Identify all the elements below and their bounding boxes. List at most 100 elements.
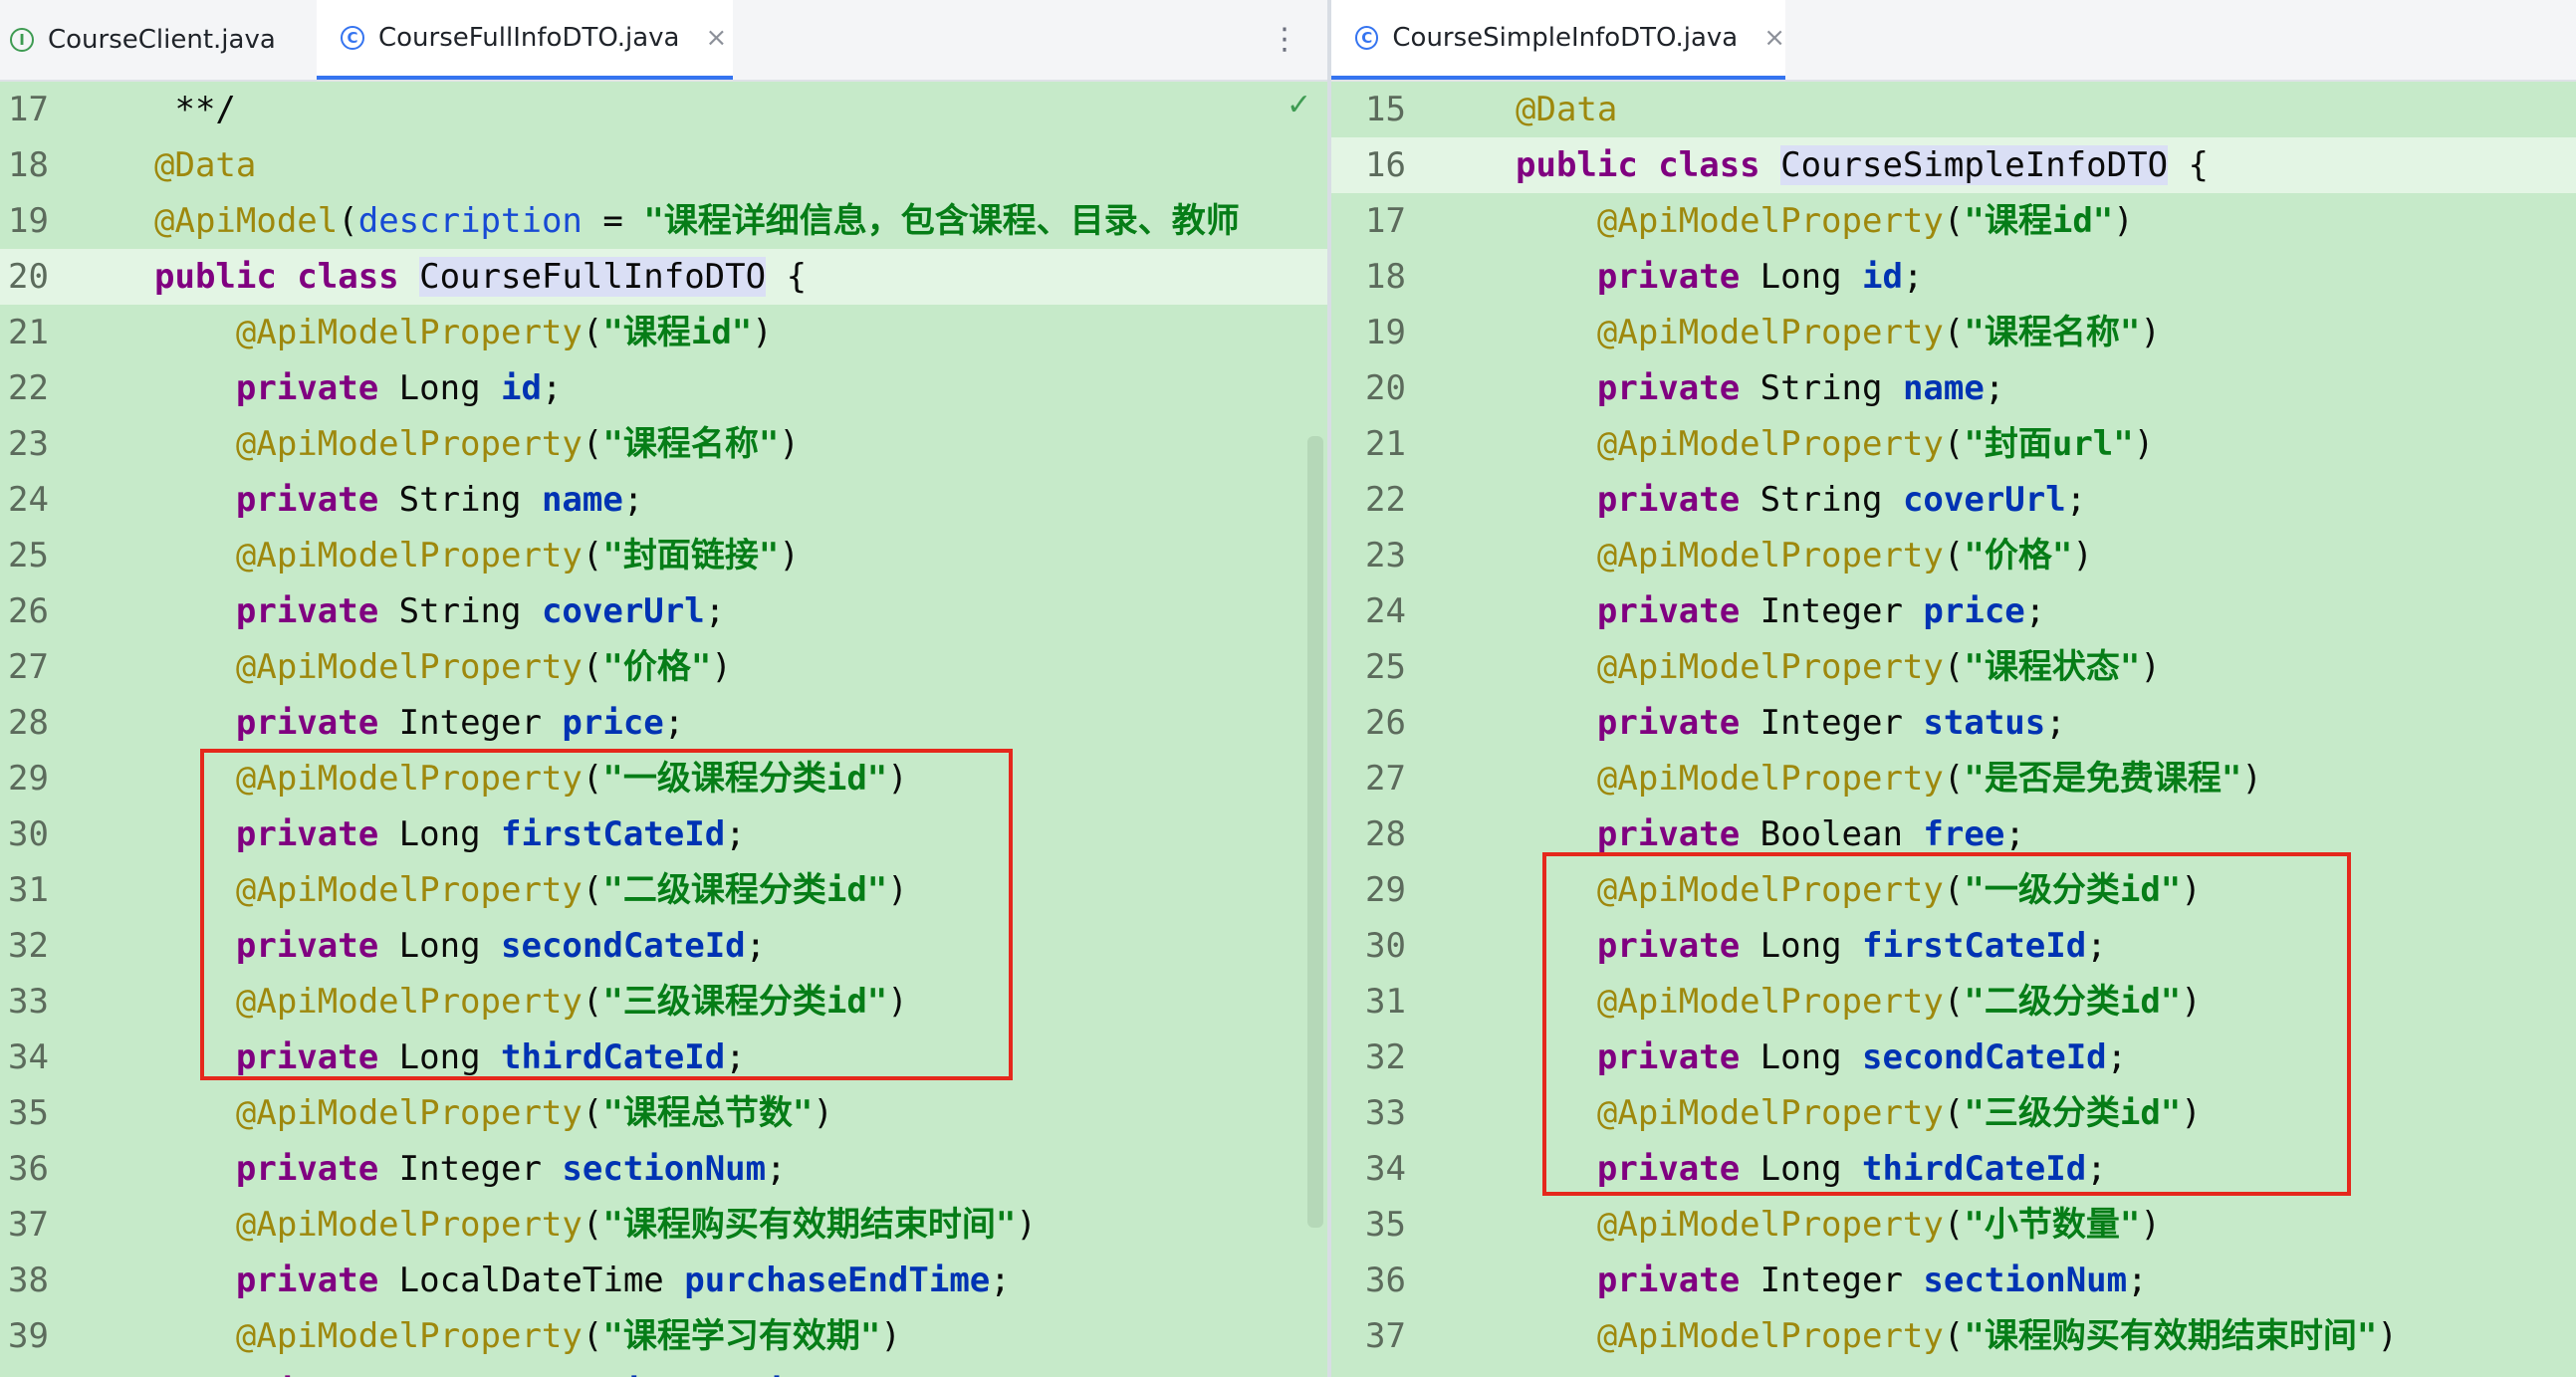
code-token: ) xyxy=(779,536,800,575)
tab-course-client[interactable]: I CourseClient.java xyxy=(0,0,317,80)
code-token: ; xyxy=(2127,1261,2148,1300)
code-line: **/ xyxy=(154,82,1327,137)
code-token: ( xyxy=(582,536,603,575)
code-token: ) xyxy=(2140,647,2161,687)
code-token: @ApiModelProperty xyxy=(235,313,583,352)
code-token: "课程购买有效期结束时间" xyxy=(1964,1316,2378,1356)
line-number: 26 xyxy=(8,591,49,631)
code-token: @ApiModel xyxy=(154,201,339,241)
line-number: 27 xyxy=(1365,759,1406,799)
code-token: name xyxy=(541,480,623,520)
code-token: ) xyxy=(813,1093,833,1133)
code-token: String xyxy=(1740,368,1903,408)
line-number: 29 xyxy=(8,759,49,799)
code-token: private xyxy=(1596,814,1741,854)
code-token: id xyxy=(501,368,542,408)
code-token: ( xyxy=(582,1205,603,1245)
line-number: 36 xyxy=(8,1149,49,1189)
code-line: private Long id; xyxy=(1516,249,2576,305)
code-token: ) xyxy=(2113,201,2134,241)
code-line: private Integer price; xyxy=(1516,583,2576,639)
line-number: 32 xyxy=(8,926,49,966)
line-number: 34 xyxy=(1365,1149,1406,1189)
code-token: ; xyxy=(2065,480,2087,520)
line-number: 29 xyxy=(1365,870,1406,910)
code-token: private xyxy=(1596,703,1741,743)
line-number-gutter: 15 16 17 18 19 20 21 22 23 24 25 26 27 28 29 30 31 32 33 34… xyxy=(1331,82,1516,1377)
code-token: ) xyxy=(779,424,800,464)
close-icon[interactable]: × xyxy=(1763,23,1785,53)
tab-course-full-info-dto[interactable]: C CourseFullInfoDTO.java × xyxy=(317,0,733,80)
code-line: @ApiModelProperty("课程名称") xyxy=(1516,305,2576,360)
line-number: 27 xyxy=(8,647,49,687)
code-line: private Integer validDuration; xyxy=(154,1364,1327,1377)
code-line: public class CourseFullInfoDTO { xyxy=(154,249,1327,305)
code-token: @Data xyxy=(154,145,257,185)
code-line: @ApiModelProperty("课程购买有效期结束时间") xyxy=(154,1197,1327,1253)
code-line: @ApiModelProperty("课程id") xyxy=(1516,193,2576,249)
code-line: @ApiModelProperty("课程学习有效期") xyxy=(154,1308,1327,1364)
code-token: private xyxy=(1596,368,1741,408)
code-line: private String name; xyxy=(1516,360,2576,416)
code-token: private xyxy=(1596,480,1741,520)
code-token: "课程名称" xyxy=(602,424,780,464)
close-icon[interactable]: × xyxy=(706,23,728,53)
line-number: 36 xyxy=(1365,1261,1406,1300)
code-token: ( xyxy=(1943,313,1965,352)
code-token: "课程id" xyxy=(1964,201,2114,241)
class-icon: C xyxy=(341,26,364,50)
line-number: 17 xyxy=(8,90,49,129)
code-token: price xyxy=(562,703,664,743)
tab-label: CourseClient.java xyxy=(48,25,276,55)
line-number: 34 xyxy=(8,1037,49,1077)
code-token: @ApiModelProperty xyxy=(235,424,583,464)
code-token: ( xyxy=(582,424,603,464)
code-line: private LocalDateTime purchaseEndTime; xyxy=(154,1253,1327,1308)
line-number: 38 xyxy=(8,1261,49,1300)
right-editor-pane: C CourseSimpleInfoDTO.java × 15 16 17 18 19 2… xyxy=(1331,0,2576,1377)
code-token: LocalDateTime xyxy=(378,1261,685,1300)
right-tab-bar: C CourseSimpleInfoDTO.java × xyxy=(1331,0,2576,82)
more-options-icon[interactable]: ⋮ xyxy=(1270,22,1299,57)
code-line: @Data xyxy=(1516,82,2576,137)
line-number: 25 xyxy=(1365,647,1406,687)
code-token: private xyxy=(235,480,379,520)
code-token: ; xyxy=(663,703,685,743)
code-token: sectionNum xyxy=(1923,1261,2128,1300)
code-token: sectionNum xyxy=(562,1149,767,1189)
code-line: @ApiModelProperty("小节数量") xyxy=(1516,1197,2576,1253)
code-line: @ApiModelProperty("课程id") xyxy=(154,305,1327,360)
vertical-scrollbar[interactable] xyxy=(1307,436,1323,1228)
code-line: @ApiModelProperty("是否是免费课程") xyxy=(1516,751,2576,806)
code-token: "封面链接" xyxy=(602,536,780,575)
code-token: Long xyxy=(1740,257,1863,297)
code-line: @ApiModelProperty("封面url") xyxy=(1516,416,2576,472)
code-token: ) xyxy=(2072,536,2093,575)
line-number: 18 xyxy=(1365,257,1406,297)
code-token: = xyxy=(582,201,644,241)
code-editor[interactable]: **/@Data @ApiModel(description = "课程详细信息，… xyxy=(154,82,1327,1377)
code-token: Long xyxy=(378,368,502,408)
tab-course-simple-info-dto[interactable]: C CourseSimpleInfoDTO.java × xyxy=(1331,0,1785,80)
code-line: private Integer price; xyxy=(154,695,1327,751)
code-token: "课程状态" xyxy=(1964,647,2141,687)
class-icon: C xyxy=(1355,26,1379,50)
code-token: ; xyxy=(1984,368,2005,408)
code-line: private String name; xyxy=(154,472,1327,528)
code-token: ) xyxy=(2241,759,2262,799)
line-number: 24 xyxy=(8,480,49,520)
code-token: private xyxy=(236,1372,378,1377)
line-number: 23 xyxy=(1365,536,1406,575)
